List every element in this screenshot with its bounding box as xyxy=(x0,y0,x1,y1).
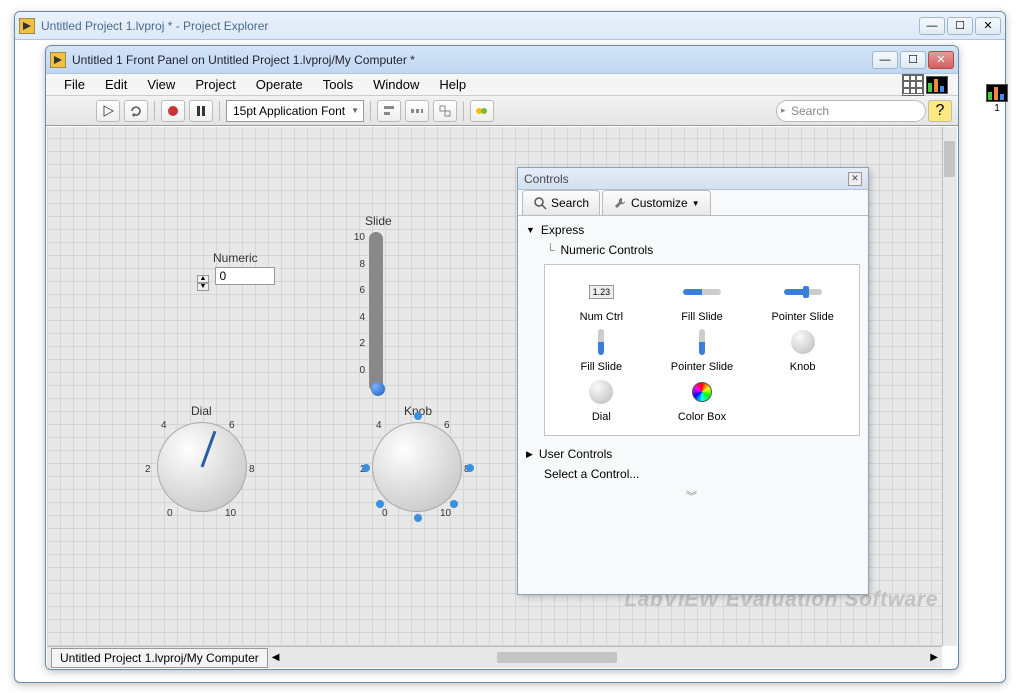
slide-thumb[interactable] xyxy=(371,382,385,396)
search-icon xyxy=(533,196,547,210)
numeric-spinner[interactable]: ▲▼ xyxy=(197,275,209,291)
palette-item-knob[interactable]: Knob xyxy=(754,327,851,373)
front-panel-window: Untitled 1 Front Panel on Untitled Proje… xyxy=(45,45,959,670)
resize-button[interactable] xyxy=(433,100,457,122)
menu-help[interactable]: Help xyxy=(431,75,474,94)
controls-palette: Controls ✕ Search Customize▼ ▼ Express xyxy=(517,167,869,595)
menu-operate[interactable]: Operate xyxy=(248,75,311,94)
palette-category-express[interactable]: ▼ Express xyxy=(526,220,860,240)
slide-control: Slide 10 8 6 4 2 0 xyxy=(347,232,383,392)
selection-handle[interactable] xyxy=(450,500,458,508)
close-button[interactable]: ✕ xyxy=(975,17,1001,35)
slide-scale: 10 8 6 4 2 0 xyxy=(347,232,365,391)
abort-button[interactable] xyxy=(161,100,185,122)
palette-close-icon[interactable]: ✕ xyxy=(848,172,862,186)
run-button[interactable] xyxy=(96,100,120,122)
scroll-right-button[interactable]: ▶ xyxy=(926,652,942,663)
knob[interactable] xyxy=(372,422,462,512)
titlebar[interactable]: Untitled Project 1.lvproj * - Project Ex… xyxy=(15,12,1005,40)
selection-handle[interactable] xyxy=(414,412,422,420)
close-button[interactable]: ✕ xyxy=(928,51,954,69)
slide-label: Slide xyxy=(365,214,392,228)
palette-item-dial[interactable]: Dial xyxy=(553,377,650,423)
menu-project[interactable]: Project xyxy=(187,75,243,94)
palette-titlebar[interactable]: Controls ✕ xyxy=(518,168,868,190)
menu-tools[interactable]: Tools xyxy=(315,75,361,94)
selection-handle[interactable] xyxy=(376,500,384,508)
palette-title: Controls xyxy=(524,172,569,186)
labview-icon xyxy=(19,18,35,34)
menu-window[interactable]: Window xyxy=(365,75,427,94)
menu-edit[interactable]: Edit xyxy=(97,75,135,94)
vi-icon[interactable] xyxy=(986,84,1008,102)
expand-down-icon[interactable]: ︾ xyxy=(526,484,860,504)
minimize-button[interactable]: — xyxy=(872,51,898,69)
palette-item-fillslide-v[interactable]: Fill Slide xyxy=(553,327,650,373)
palette-item-pointerslide-v[interactable]: Pointer Slide xyxy=(654,327,751,373)
bottom-bar: Untitled Project 1.lvproj/My Computer ◀ … xyxy=(47,646,942,668)
numeric-control: Numeric ▲▼ xyxy=(197,267,275,291)
maximize-button[interactable]: ☐ xyxy=(947,17,973,35)
window-title: Untitled 1 Front Panel on Untitled Proje… xyxy=(72,53,872,67)
numeric-input[interactable] xyxy=(215,267,275,285)
menu-view[interactable]: View xyxy=(139,75,183,94)
grid-icon[interactable] xyxy=(902,74,924,96)
dial[interactable] xyxy=(157,422,247,512)
palette-item-numctrl[interactable]: 1.23Num Ctrl xyxy=(553,277,650,323)
front-panel-canvas[interactable]: LabVIEW Evaluation Software Numeric ▲▼ S… xyxy=(47,127,942,646)
pause-button[interactable] xyxy=(189,100,213,122)
numeric-label: Numeric xyxy=(213,251,258,265)
vertical-scrollbar[interactable] xyxy=(942,127,957,646)
titlebar[interactable]: Untitled 1 Front Panel on Untitled Proje… xyxy=(46,46,958,74)
selection-handle[interactable] xyxy=(414,514,422,522)
collapse-icon: ▼ xyxy=(526,225,535,235)
minimize-button[interactable]: — xyxy=(919,17,945,35)
scroll-left-button[interactable]: ◀ xyxy=(268,652,284,663)
palette-item-pointerslide-h[interactable]: Pointer Slide xyxy=(754,277,851,323)
palette-customize-tab[interactable]: Customize▼ xyxy=(602,190,711,215)
path-tab[interactable]: Untitled Project 1.lvproj/My Computer xyxy=(51,648,268,668)
selection-handle[interactable] xyxy=(362,464,370,472)
dial-control: Dial 0 2 4 6 8 10 xyxy=(157,422,247,512)
block-diagram-icon[interactable] xyxy=(926,76,948,94)
palette-items-grid: 1.23Num Ctrl Fill Slide Pointer Slide Fi… xyxy=(544,264,860,436)
font-select[interactable]: 15pt Application Font xyxy=(226,100,364,122)
knob-control: Knob 0 2 4 6 8 10 xyxy=(372,422,462,512)
palette-category-user[interactable]: ▶ User Controls xyxy=(526,444,860,464)
run-continuous-button[interactable] xyxy=(124,100,148,122)
expand-icon: ▶ xyxy=(526,449,533,460)
slide-track[interactable] xyxy=(369,232,383,392)
palette-select-control[interactable]: Select a Control... xyxy=(526,464,860,484)
vi-index: 1 xyxy=(994,103,1000,114)
scrollbar-thumb[interactable] xyxy=(944,141,955,177)
wrench-icon xyxy=(613,196,627,210)
palette-item-fillslide-h[interactable]: Fill Slide xyxy=(654,277,751,323)
dial-label: Dial xyxy=(191,404,212,418)
menubar: File Edit View Project Operate Tools Win… xyxy=(46,74,958,96)
maximize-button[interactable]: ☐ xyxy=(900,51,926,69)
scrollbar-thumb[interactable] xyxy=(497,652,617,663)
toolbar: 15pt Application Font Search ? xyxy=(46,96,958,126)
palette-subcategory[interactable]: └ Numeric Controls xyxy=(526,240,860,260)
distribute-button[interactable] xyxy=(405,100,429,122)
help-button[interactable]: ? xyxy=(928,100,952,122)
align-button[interactable] xyxy=(377,100,401,122)
selection-handle[interactable] xyxy=(466,464,474,472)
window-title: Untitled Project 1.lvproj * - Project Ex… xyxy=(41,19,919,33)
horizontal-scrollbar[interactable] xyxy=(297,650,912,665)
palette-search-tab[interactable]: Search xyxy=(522,190,600,215)
menu-file[interactable]: File xyxy=(56,75,93,94)
reorder-button[interactable] xyxy=(470,100,494,122)
search-box[interactable]: Search xyxy=(776,100,926,122)
palette-item-colorbox[interactable]: Color Box xyxy=(654,377,751,423)
labview-icon xyxy=(50,52,66,68)
dial-needle xyxy=(201,431,217,468)
